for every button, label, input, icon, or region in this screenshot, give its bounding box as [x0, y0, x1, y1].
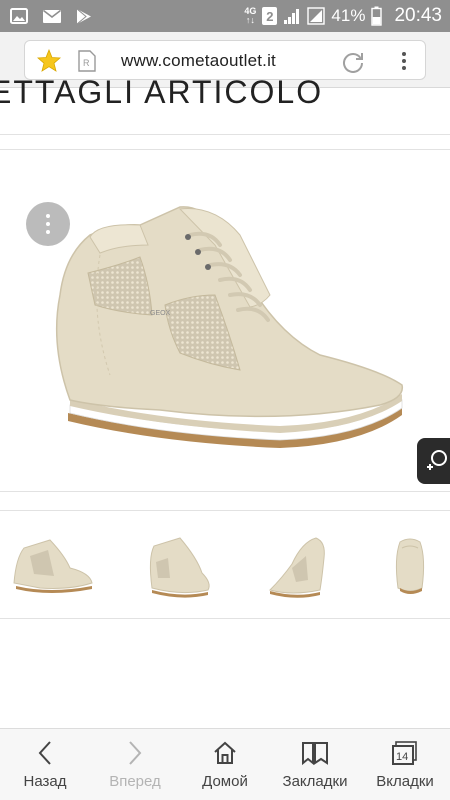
battery-percent: 41% — [331, 6, 366, 25]
product-main-image[interactable]: GEOX — [40, 195, 410, 455]
bookmark-star-icon[interactable] — [36, 48, 62, 77]
browser-menu-icon[interactable] — [394, 51, 414, 71]
tab-count: 14 — [396, 751, 408, 763]
forward-arrow-icon — [121, 739, 149, 767]
mail-icon — [42, 9, 62, 24]
divider — [0, 134, 450, 135]
nav-bookmarks-label: Закладки — [282, 773, 348, 790]
thumbnail-front-side-view[interactable] — [142, 528, 214, 600]
nav-home[interactable]: Домой — [180, 729, 270, 800]
page-title: ETTAGLI ARTICOLO — [0, 74, 324, 110]
gallery-icon — [10, 8, 28, 24]
signal-icon — [283, 7, 301, 25]
browser-bottom-nav: Назад Вперед Домой Закладки 14 Вкладки — [0, 728, 450, 800]
divider — [0, 618, 450, 619]
bookmarks-icon — [301, 739, 329, 767]
zoom-icon — [427, 450, 447, 470]
battery-icon — [371, 6, 383, 26]
home-icon — [211, 739, 239, 767]
play-store-icon — [76, 8, 92, 25]
nav-forward[interactable]: Вперед — [90, 729, 180, 800]
zoom-button[interactable] — [417, 438, 450, 484]
brand-logo: GEOX — [150, 310, 171, 317]
thumbnail-rear-view[interactable] — [390, 528, 430, 600]
status-bar: 4G ↑↓ 2 41% 20:43 — [0, 0, 450, 32]
thumbnail-back-view[interactable] — [262, 528, 334, 600]
sim-badge: 2 — [262, 7, 278, 25]
nav-back-label: Назад — [23, 773, 67, 790]
nav-home-label: Домой — [202, 773, 248, 790]
reload-icon[interactable] — [341, 50, 365, 79]
nav-back[interactable]: Назад — [0, 729, 90, 800]
image-options-button[interactable] — [26, 202, 70, 246]
clock: 20:43 — [394, 5, 442, 26]
signal-icon-2 — [307, 7, 326, 25]
tabs-icon: 14 — [391, 739, 419, 767]
nav-tabs[interactable]: 14 Вкладки — [360, 729, 450, 800]
reader-mode-icon[interactable]: R — [78, 50, 96, 77]
network-type-badge: 4G ↑↓ — [244, 6, 257, 25]
nav-tabs-label: Вкладки — [376, 773, 434, 790]
divider — [0, 149, 450, 150]
divider — [0, 491, 450, 492]
nav-bookmarks[interactable]: Закладки — [270, 729, 360, 800]
thumbnail-side-view[interactable] — [10, 528, 94, 600]
divider — [0, 510, 450, 511]
url-text[interactable]: www.cometaoutlet.it — [121, 51, 276, 71]
back-arrow-icon — [31, 739, 59, 767]
nav-forward-label: Вперед — [109, 773, 161, 790]
svg-text:R: R — [83, 58, 90, 68]
